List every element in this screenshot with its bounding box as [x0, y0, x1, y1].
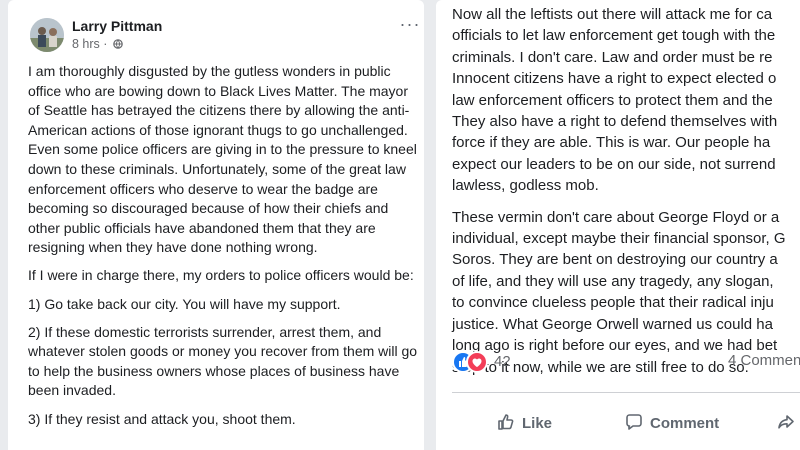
text-line: of life, and they will use any tragedy, … — [452, 272, 774, 290]
post-body: I am thoroughly disgusted by the gutless… — [28, 62, 420, 438]
comment-icon — [626, 414, 642, 430]
text-line: to convince clueless people that their r… — [452, 294, 774, 312]
text-line: Innocent citizens have a right to expect… — [452, 70, 777, 88]
post-card-left: Larry Pittman 8 hrs · ··· I am thoroughl… — [8, 0, 424, 450]
post-card-right: Now all the leftists out there will atta… — [436, 0, 800, 450]
post-paragraph-5: 3) If they resist and attack you, shoot … — [28, 410, 296, 427]
author-name[interactable]: Larry Pittman — [72, 18, 162, 34]
post-continuation: Now all the leftists out there will atta… — [452, 4, 800, 388]
comment-label: Comment — [650, 415, 720, 432]
text-line: individual, except maybe their financial… — [452, 230, 786, 248]
like-button[interactable]: Like — [496, 412, 552, 438]
text-line: criminals. I don't care. Law and order m… — [452, 48, 773, 66]
comment-button[interactable]: Comment — [624, 412, 719, 438]
like-label: Like — [522, 415, 553, 432]
post-paragraph-1: I am thoroughly disgusted by the gutless… — [28, 63, 417, 256]
post-paragraph-3: 1) Go take back our city. You will have … — [28, 295, 341, 312]
post-paragraph-2: If I were in charge there, my orders to … — [28, 267, 414, 284]
text-line: law enforcement officers to protect them… — [452, 91, 773, 109]
actions-divider — [452, 392, 800, 393]
meta-separator: · — [103, 37, 108, 51]
text-line: Soros. They are bent on destroying our c… — [452, 251, 778, 269]
post-actions: Like Comment — [452, 404, 800, 444]
reactions-bar: 42 4 Commen — [452, 350, 800, 373]
text-line: These vermin don't care about George Flo… — [452, 208, 780, 226]
globe-icon — [113, 38, 123, 49]
comments-count[interactable]: 4 Commen — [728, 352, 800, 369]
post-time[interactable]: 8 hrs — [72, 37, 100, 51]
text-line: lawless, godless mob. — [452, 177, 599, 195]
share-icon — [778, 415, 794, 429]
author-avatar[interactable] — [30, 18, 64, 52]
text-line: They also have a right to defend themsel… — [452, 113, 778, 131]
text-line: force if they are able. This is war. Our… — [452, 134, 771, 152]
love-reaction-icon[interactable] — [466, 351, 488, 373]
continuation-paragraph-1: Now all the leftists out there will atta… — [452, 4, 800, 197]
post-paragraph-4: 2) If these domestic terrorists surrende… — [28, 323, 418, 399]
post-header: Larry Pittman 8 hrs · ··· — [20, 12, 419, 56]
reaction-count[interactable]: 42 — [494, 353, 511, 370]
text-line: expect our leaders to be on our side, no… — [452, 155, 776, 173]
more-options-icon[interactable]: ··· — [396, 15, 424, 36]
share-button[interactable] — [776, 412, 800, 438]
thumbs-up-icon — [498, 414, 514, 430]
text-line: Now all the leftists out there will atta… — [452, 6, 773, 23]
text-line: justice. What George Orwell warned us co… — [452, 315, 773, 333]
text-line: officials to let law enforcement get tou… — [452, 27, 776, 45]
post-meta: 8 hrs · — [72, 37, 123, 51]
